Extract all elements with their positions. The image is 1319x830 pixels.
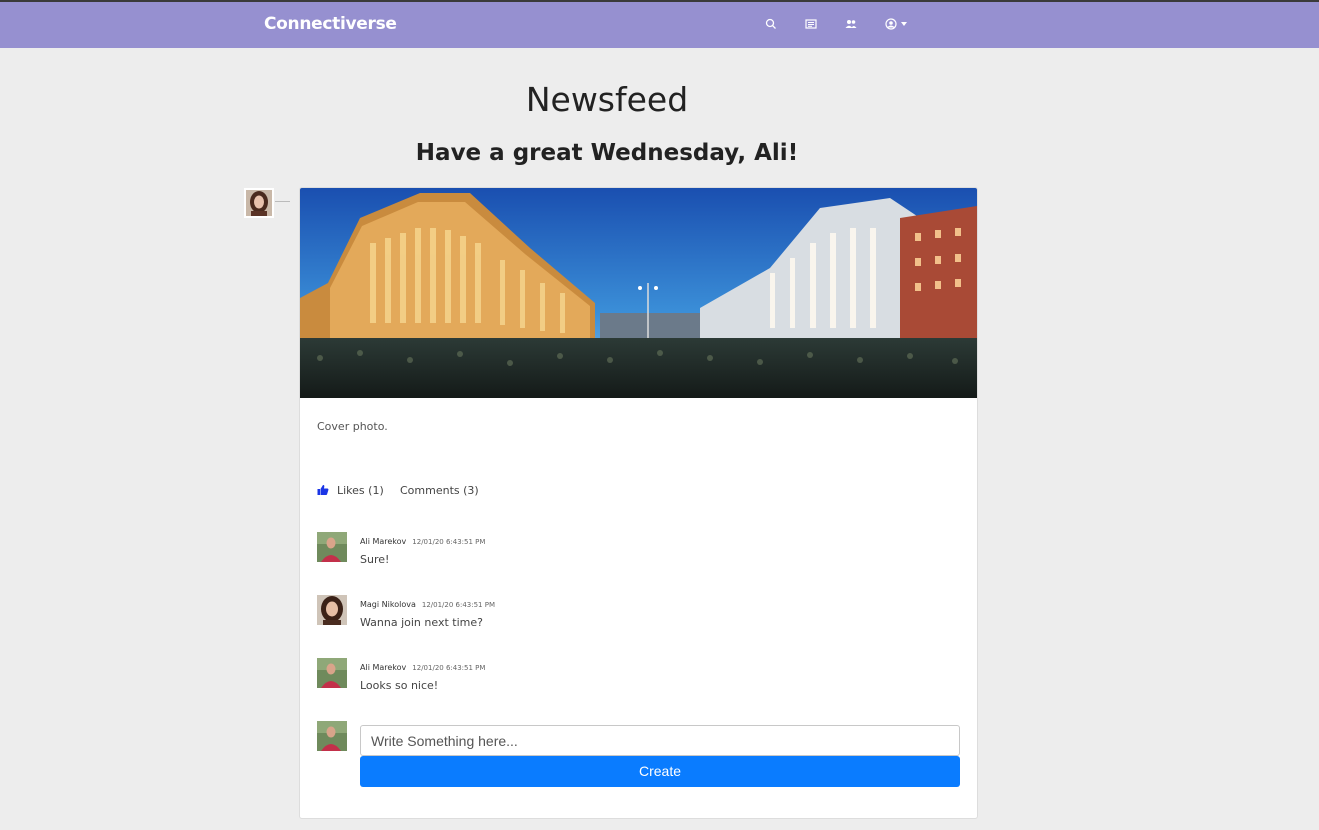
comment-author[interactable]: Ali Marekov 12/01/20 6:43:51 PM xyxy=(360,663,485,672)
page-title: Newsfeed xyxy=(525,80,689,119)
user-circle-icon[interactable] xyxy=(884,17,898,31)
comment-input[interactable] xyxy=(360,725,960,756)
navbar: Connectiverse xyxy=(0,2,1319,48)
post-card: Cover photo. Likes (1) Comments (3) Ali … xyxy=(299,187,978,819)
comment-timestamp: 12/01/20 6:43:51 PM xyxy=(421,601,495,609)
composer-avatar xyxy=(317,721,347,751)
comment-timestamp: 12/01/20 6:43:51 PM xyxy=(412,664,486,672)
comment-text: Sure! xyxy=(360,553,390,566)
comment-text: Looks so nice! xyxy=(360,679,439,692)
comment-item: Magi Nikolova 12/01/20 6:43:51 PM Wanna j… xyxy=(317,595,957,635)
brand-logo[interactable]: Connectiverse xyxy=(264,14,397,34)
post-caption: Cover photo. xyxy=(317,420,388,433)
comment-timestamp: 12/01/20 6:43:51 PM xyxy=(412,538,486,546)
comment-text: Wanna join next time? xyxy=(360,616,483,629)
comment-item: Ali Marekov 12/01/20 6:43:51 PM Sure! xyxy=(317,532,957,572)
comment-avatar[interactable] xyxy=(317,658,347,688)
search-icon[interactable] xyxy=(764,17,778,31)
post-author-avatar[interactable] xyxy=(244,188,274,218)
comments-button[interactable]: Comments (3) xyxy=(400,484,479,497)
comment-avatar[interactable] xyxy=(317,532,347,562)
thumbs-up-icon[interactable] xyxy=(317,484,329,496)
comment-author[interactable]: Ali Marekov 12/01/20 6:43:51 PM xyxy=(360,537,485,546)
timeline-connector xyxy=(275,201,290,202)
create-comment-button[interactable]: Create xyxy=(360,756,960,787)
comment-author[interactable]: Magi Nikolova 12/01/20 6:43:51 PM xyxy=(360,600,495,609)
caret-down-icon[interactable] xyxy=(901,22,907,26)
post-cover-image[interactable] xyxy=(300,188,977,398)
greeting-heading: Have a great Wednesday, Ali! xyxy=(415,140,799,166)
comment-item: Ali Marekov 12/01/20 6:43:51 PM Looks so … xyxy=(317,658,957,698)
comment-avatar[interactable] xyxy=(317,595,347,625)
newspaper-icon[interactable] xyxy=(804,17,818,31)
likes-button[interactable]: Likes (1) xyxy=(337,484,384,497)
users-icon[interactable] xyxy=(844,17,858,31)
